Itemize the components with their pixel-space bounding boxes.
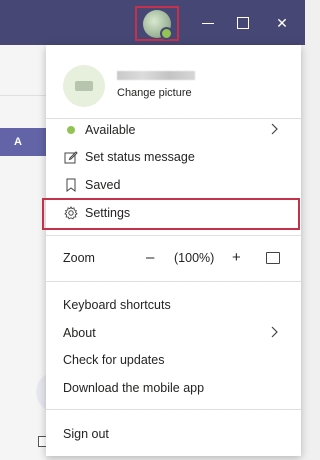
fit-screen-icon[interactable] [266,252,280,264]
avatar [143,9,173,40]
saved-label: Saved [85,178,121,192]
divider [46,235,301,236]
divider [0,95,46,96]
profile-name-blurred [117,71,195,80]
chevron-right-icon [271,320,279,346]
check-updates-label: Check for updates [63,353,165,367]
keyboard-shortcuts-label: Keyboard shortcuts [63,298,171,312]
zoom-row: Zoom – (100%) + [46,243,301,273]
status-available-item[interactable]: Available [46,117,301,143]
sign-out-item[interactable]: Sign out [46,421,301,447]
minimize-icon [202,23,214,24]
status-label: Available [85,123,136,137]
zoom-level: (100%) [174,251,215,265]
profile-header: Change picture [46,45,301,119]
set-status-message-item[interactable]: Set status message [46,144,301,170]
download-mobile-item[interactable]: Download the mobile app [46,375,301,401]
minimize-button[interactable] [197,12,219,34]
bookmark-icon [63,172,79,198]
keyboard-shortcuts-item[interactable]: Keyboard shortcuts [46,292,301,318]
profile-picture[interactable] [63,65,105,107]
change-picture-link[interactable]: Change picture [117,87,192,99]
blurred-initials [75,81,93,91]
edit-status-icon [63,144,79,170]
close-icon: ✕ [276,15,288,31]
divider [46,281,301,282]
background-team-item[interactable]: A [0,128,46,156]
profile-menu: Change picture Available Set status mess… [42,45,301,456]
download-mobile-label: Download the mobile app [63,381,205,395]
set-status-label: Set status message [85,150,195,164]
maximize-button[interactable] [232,12,254,34]
status-available-icon [63,117,79,143]
zoom-label: Zoom [63,251,95,265]
chevron-right-icon [271,117,279,143]
background-team-label: A [14,136,22,148]
zoom-in-button[interactable]: + [232,243,241,273]
about-label: About [63,326,96,340]
title-bar: ✕ [0,0,305,45]
close-button[interactable]: ✕ [271,12,293,34]
settings-highlight-box [42,198,300,230]
saved-item[interactable]: Saved [46,172,301,198]
sign-out-label: Sign out [63,427,109,441]
check-updates-item[interactable]: Check for updates [46,347,301,373]
maximize-icon [237,17,249,29]
presence-dot [160,26,173,40]
zoom-out-button[interactable]: – [146,243,154,273]
divider [46,409,301,410]
profile-avatar-button[interactable] [135,6,179,41]
about-item[interactable]: About [46,320,301,346]
